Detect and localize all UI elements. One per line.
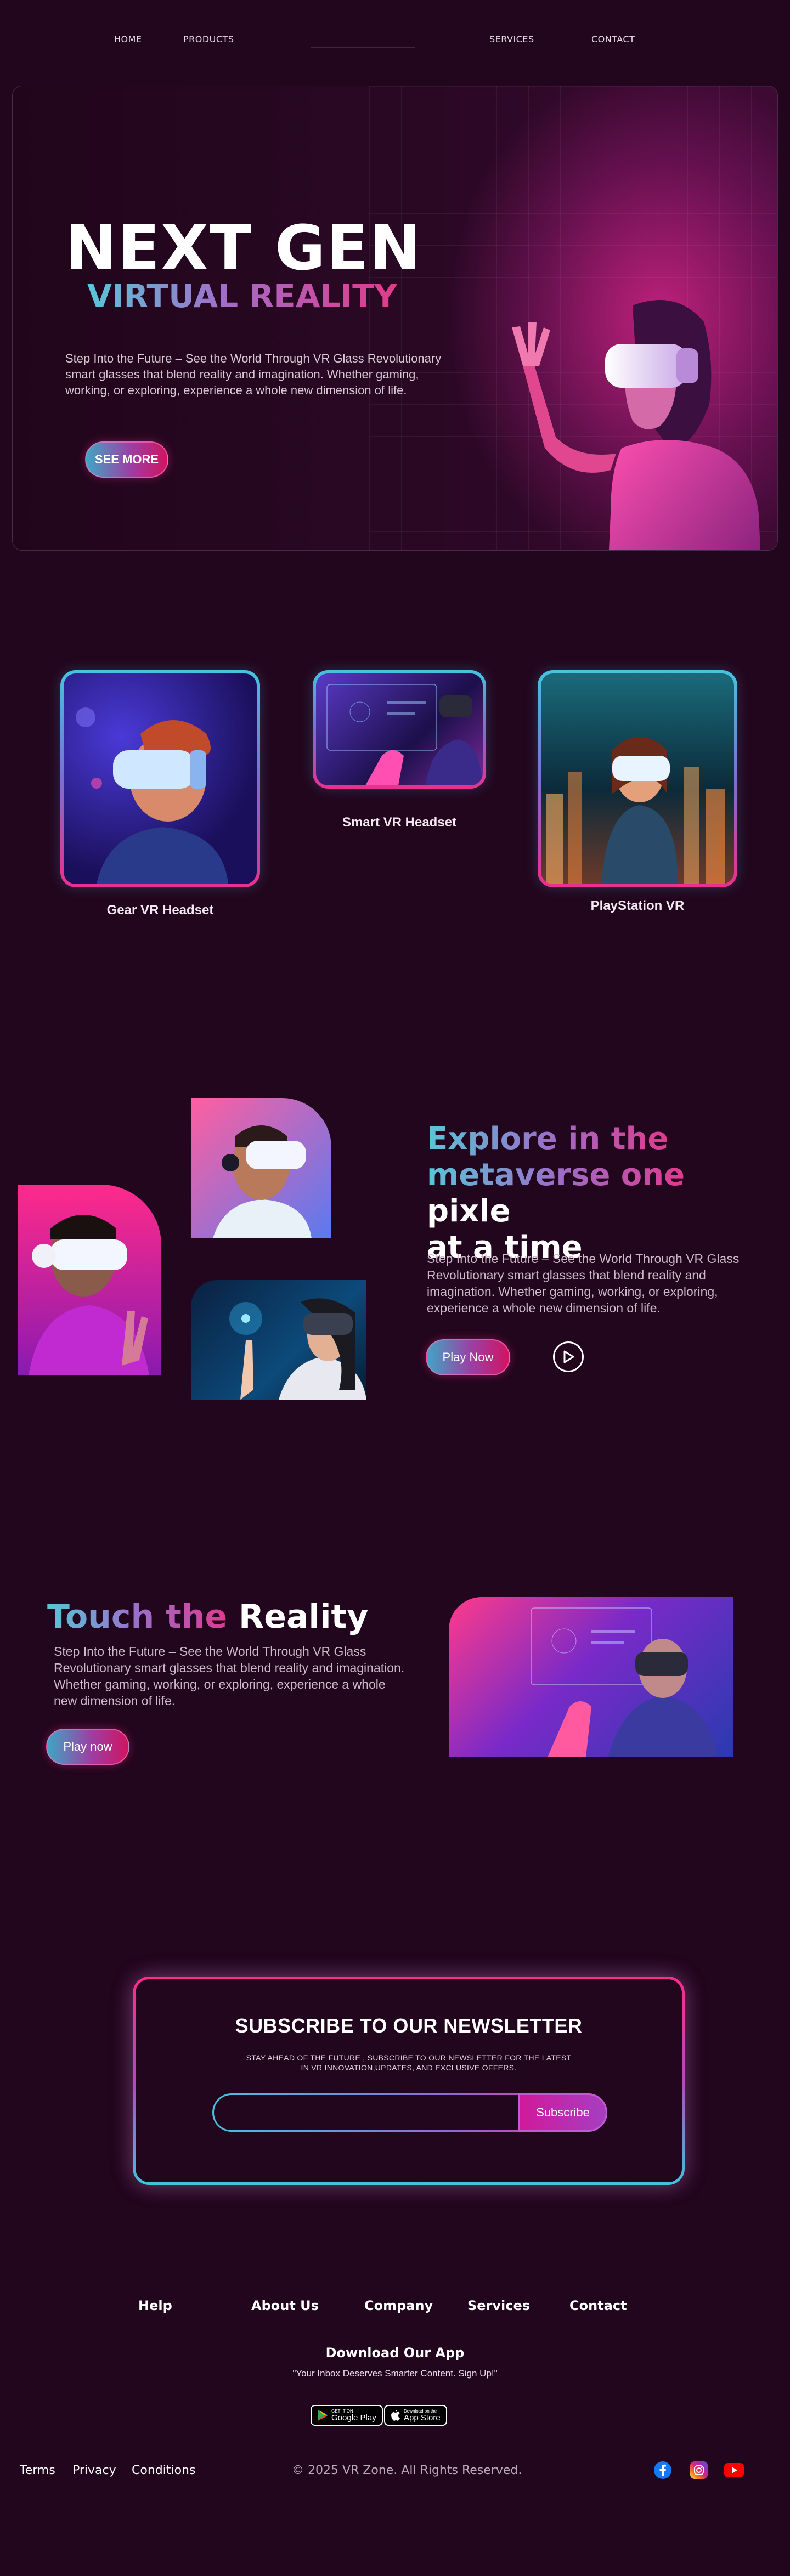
footer-terms-link[interactable]: Terms bbox=[20, 2464, 55, 2477]
hero-section: NEXT GEN VIRTUAL REALITY Step Into the F… bbox=[12, 86, 778, 551]
google-play-icon bbox=[318, 2410, 328, 2421]
nav-products-link[interactable]: PRODUCTS bbox=[183, 34, 234, 44]
hero-description: Step Into the Future – See the World Thr… bbox=[65, 352, 442, 397]
woman-vr-touch-illustration bbox=[229, 1298, 366, 1400]
explore-image-headphones bbox=[191, 1098, 331, 1238]
subscribe-button[interactable]: Subscribe bbox=[518, 2093, 607, 2132]
smart-vr-image bbox=[316, 673, 483, 785]
touch-heading: Touch the Reality bbox=[47, 1600, 368, 1633]
product-card-gear-vr[interactable] bbox=[60, 670, 260, 887]
man-hologram-illustration bbox=[531, 1607, 718, 1757]
download-app-title: Download Our App bbox=[325, 2345, 465, 2360]
boy-vr-illustration bbox=[76, 707, 228, 884]
footer-link-help[interactable]: Help bbox=[138, 2298, 172, 2313]
explore-description: Step Into the Future – See the World Thr… bbox=[427, 1252, 740, 1315]
instagram-icon[interactable] bbox=[690, 2461, 708, 2479]
download-app-tagline: "Your Inbox Deserves Smarter Content. Si… bbox=[292, 2368, 498, 2379]
man-vr-headphones-illustration bbox=[213, 1125, 312, 1238]
see-more-button[interactable]: SEE MORE bbox=[85, 441, 168, 478]
newsletter-panel-inner: SUBSCRIBE TO OUR NEWSLETTER STAY AHEAD O… bbox=[136, 1979, 682, 2182]
product-label-gear-vr: Gear VR Headset bbox=[106, 903, 214, 918]
explore-image-man-hand bbox=[18, 1185, 161, 1375]
app-store-badge[interactable]: Download on the App Store bbox=[384, 2405, 447, 2426]
footer-link-services[interactable]: Services bbox=[467, 2298, 530, 2313]
vr-woman-illustration bbox=[512, 300, 760, 550]
explore-heading-line1: Explore in the bbox=[427, 1121, 669, 1157]
google-play-text: Google Play bbox=[331, 2413, 376, 2422]
hero-title: NEXT GEN bbox=[65, 213, 422, 284]
man-vr-hand-illustration bbox=[29, 1215, 149, 1375]
touch-description: Step Into the Future – See the World Thr… bbox=[54, 1644, 405, 1708]
hero-subtitle: VIRTUAL REALITY bbox=[87, 278, 397, 315]
playstation-vr-image bbox=[541, 673, 734, 884]
touch-heading-grad: Touch the bbox=[47, 1598, 228, 1636]
gear-vr-image bbox=[64, 673, 257, 884]
newsletter-input-wrapper: Subscribe bbox=[212, 2093, 607, 2132]
product-card-smart-vr[interactable] bbox=[313, 670, 486, 789]
app-store-text: App Store bbox=[404, 2413, 441, 2422]
nav-services-link[interactable]: SERVICES bbox=[489, 34, 534, 44]
footer-privacy-link[interactable]: Privacy bbox=[72, 2464, 116, 2477]
copyright-text: © 2025 VR Zone. All Rights Reserved. bbox=[292, 2464, 522, 2477]
newsletter-panel: SUBSCRIBE TO OUR NEWSLETTER STAY AHEAD O… bbox=[133, 1977, 685, 2185]
product-label-playstation-vr: PlayStation VR bbox=[590, 898, 685, 913]
touch-image bbox=[449, 1597, 733, 1757]
play-video-button[interactable] bbox=[553, 1341, 584, 1372]
newsletter-title: SUBSCRIBE TO OUR NEWSLETTER bbox=[235, 2014, 583, 2037]
product-label-smart-vr: Smart VR Headset bbox=[342, 815, 457, 830]
explore-image-woman-touch bbox=[191, 1280, 366, 1400]
nav-home-link[interactable]: HOME bbox=[114, 34, 142, 44]
nav-logo-placeholder bbox=[311, 47, 415, 48]
facebook-icon[interactable] bbox=[654, 2461, 672, 2479]
nav-contact-link[interactable]: CONTACT bbox=[591, 34, 635, 44]
hologram-vr-illustration bbox=[326, 684, 483, 785]
explore-heading-line2: metaverse one bbox=[427, 1157, 685, 1193]
touch-heading-white: Reality bbox=[227, 1598, 369, 1636]
youtube-icon[interactable] bbox=[724, 2463, 744, 2477]
city-vr-illustration bbox=[546, 737, 725, 884]
google-play-badge[interactable]: GET IT ON Google Play bbox=[311, 2405, 383, 2426]
play-icon bbox=[563, 1350, 574, 1363]
newsletter-description: STAY AHEAD OF THE FUTURE , SUBSCRIBE TO … bbox=[246, 2053, 572, 2072]
footer-link-contact[interactable]: Contact bbox=[569, 2298, 627, 2313]
play-now-button[interactable]: Play Now bbox=[426, 1339, 510, 1375]
footer-conditions-link[interactable]: Conditions bbox=[132, 2464, 195, 2477]
product-card-playstation-vr[interactable] bbox=[538, 670, 737, 887]
explore-heading: Explore in the metaverse one pixle at a … bbox=[427, 1121, 778, 1266]
footer-link-company[interactable]: Company bbox=[364, 2298, 433, 2313]
explore-heading-pixle: pixle bbox=[427, 1193, 511, 1229]
footer-link-about-us[interactable]: About Us bbox=[251, 2298, 319, 2313]
play-now-secondary-button[interactable]: Play now bbox=[46, 1729, 129, 1765]
apple-icon bbox=[391, 2410, 400, 2421]
